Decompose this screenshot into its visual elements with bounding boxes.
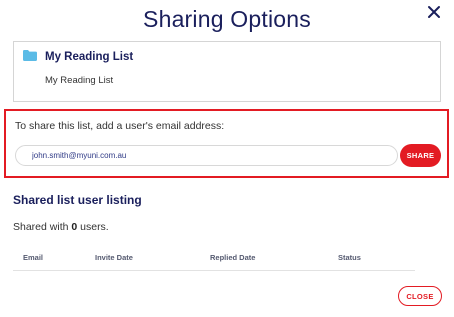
list-name: My Reading List [45,51,134,63]
column-header-email: Email [23,253,44,262]
listing-title: Shared list user listing [13,193,142,207]
close-button[interactable]: CLOSE [398,286,442,306]
shared-prefix: Shared with [13,221,72,233]
dialog-title: Sharing Options [143,6,311,32]
share-prompt: To share this list, add a user's email a… [15,120,225,132]
email-input[interactable] [15,145,398,166]
share-button[interactable]: SHARE [400,144,441,167]
column-header-status: Status [338,253,361,262]
user-table-header: Email Invite Date Replied Date Status [13,247,415,271]
close-icon[interactable] [426,4,442,20]
share-panel: To share this list, add a user's email a… [4,109,449,178]
column-header-replied-date: Replied Date [210,253,256,262]
list-info-panel: My Reading List My Reading List [13,41,441,102]
column-header-invite-date: Invite Date [95,253,133,262]
list-description: My Reading List [45,75,114,86]
shared-count-text: Shared with 0 users. [13,221,109,233]
sharing-options-dialog: Sharing Options My Reading List My Readi… [0,0,454,317]
shared-suffix: users. [77,221,109,233]
folder-icon [23,50,37,61]
